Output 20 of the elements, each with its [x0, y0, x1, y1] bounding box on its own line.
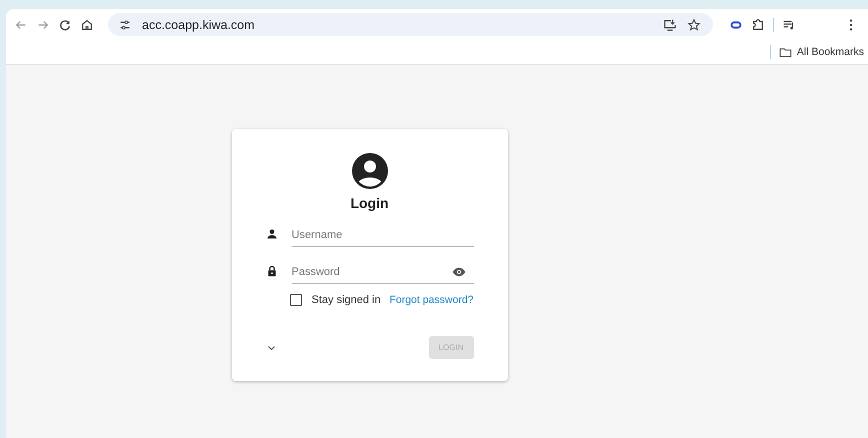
url-text: acc.coapp.kiwa.com [142, 18, 255, 32]
person-icon [266, 228, 278, 240]
install-app-icon[interactable] [663, 18, 677, 32]
stay-signed-in-checkbox[interactable] [290, 294, 302, 306]
login-title: Login [350, 195, 389, 211]
stay-signed-in-label[interactable]: Stay signed in [312, 294, 381, 306]
reload-icon[interactable] [58, 18, 72, 32]
lock-icon [266, 265, 278, 277]
account-circle-icon [352, 153, 388, 189]
home-icon[interactable] [80, 18, 94, 32]
forgot-password-link[interactable]: Forgot password? [389, 294, 474, 306]
site-settings-icon[interactable] [118, 18, 132, 32]
chevron-down-icon[interactable] [266, 344, 276, 350]
folder-icon [778, 46, 792, 58]
all-bookmarks-button[interactable]: All Bookmarks [778, 44, 864, 60]
eye-icon[interactable] [452, 267, 466, 277]
star-icon[interactable] [687, 18, 701, 32]
address-bar[interactable]: acc.coapp.kiwa.com [108, 13, 713, 36]
puzzle-icon[interactable] [751, 18, 765, 32]
username-field[interactable]: Username [292, 223, 474, 247]
